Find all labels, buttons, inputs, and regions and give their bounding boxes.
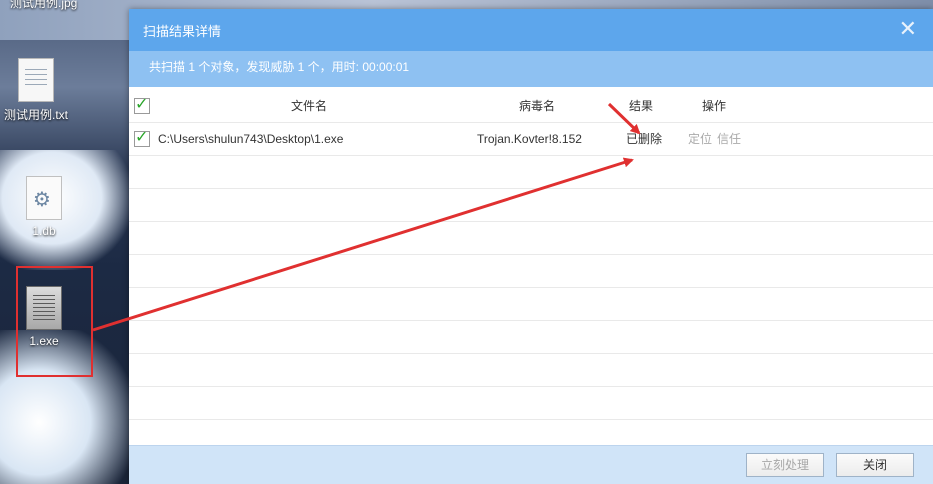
- header-virus: 病毒名: [519, 99, 556, 113]
- desktop-file-label[interactable]: 测试用例.jpg: [10, 0, 77, 11]
- scan-result-dialog: 扫描结果详情 ✕ 共扫描 1 个对象，发现威胁 1 个，用时: 00:00:01…: [129, 9, 933, 484]
- empty-row: [129, 354, 933, 387]
- desktop-icon-label: 测试用例.txt: [4, 108, 69, 122]
- empty-row: [129, 321, 933, 354]
- scan-summary: 共扫描 1 个对象，发现威胁 1 个，用时: 00:00:01: [129, 51, 933, 87]
- empty-row: [129, 156, 933, 189]
- select-all-checkbox[interactable]: [134, 94, 150, 114]
- trust-link[interactable]: 信任: [717, 123, 741, 155]
- close-button[interactable]: 关闭: [836, 453, 914, 477]
- desktop-icon-label: 1.db: [32, 224, 56, 238]
- scan-results-table: 文件名 病毒名 结果 操作 C:\Users\shulun743\Desktop…: [129, 90, 933, 453]
- row-virus-name: Trojan.Kovter!8.152: [477, 132, 582, 146]
- text-file-icon: [18, 58, 54, 102]
- row-file-path: C:\Users\shulun743\Desktop\1.exe: [158, 132, 344, 146]
- row-checkbox[interactable]: [134, 127, 150, 147]
- dialog-footer: 立刻处理 关闭: [129, 445, 933, 484]
- empty-row: [129, 189, 933, 222]
- empty-row: [129, 222, 933, 255]
- process-now-button[interactable]: 立刻处理: [746, 453, 824, 477]
- annotation-highlight-box: [16, 266, 93, 377]
- table-row[interactable]: C:\Users\shulun743\Desktop\1.exe Trojan.…: [129, 123, 933, 156]
- locate-link[interactable]: 定位: [688, 123, 712, 155]
- close-icon[interactable]: ✕: [899, 17, 917, 41]
- dialog-titlebar[interactable]: 扫描结果详情 ✕: [129, 9, 933, 51]
- desktop-icon-db[interactable]: 1.db: [12, 176, 76, 238]
- header-action: 操作: [702, 99, 727, 113]
- desktop-icon-txt[interactable]: 测试用例.txt: [4, 58, 68, 123]
- empty-row: [129, 288, 933, 321]
- settings-file-icon: [26, 176, 62, 220]
- header-result: 结果: [629, 99, 654, 113]
- header-filename: 文件名: [291, 99, 328, 113]
- table-header-row: 文件名 病毒名 结果 操作: [129, 90, 933, 123]
- row-result-status: 已删除: [626, 132, 663, 146]
- dialog-title: 扫描结果详情: [143, 24, 222, 39]
- empty-row: [129, 387, 933, 420]
- empty-row: [129, 255, 933, 288]
